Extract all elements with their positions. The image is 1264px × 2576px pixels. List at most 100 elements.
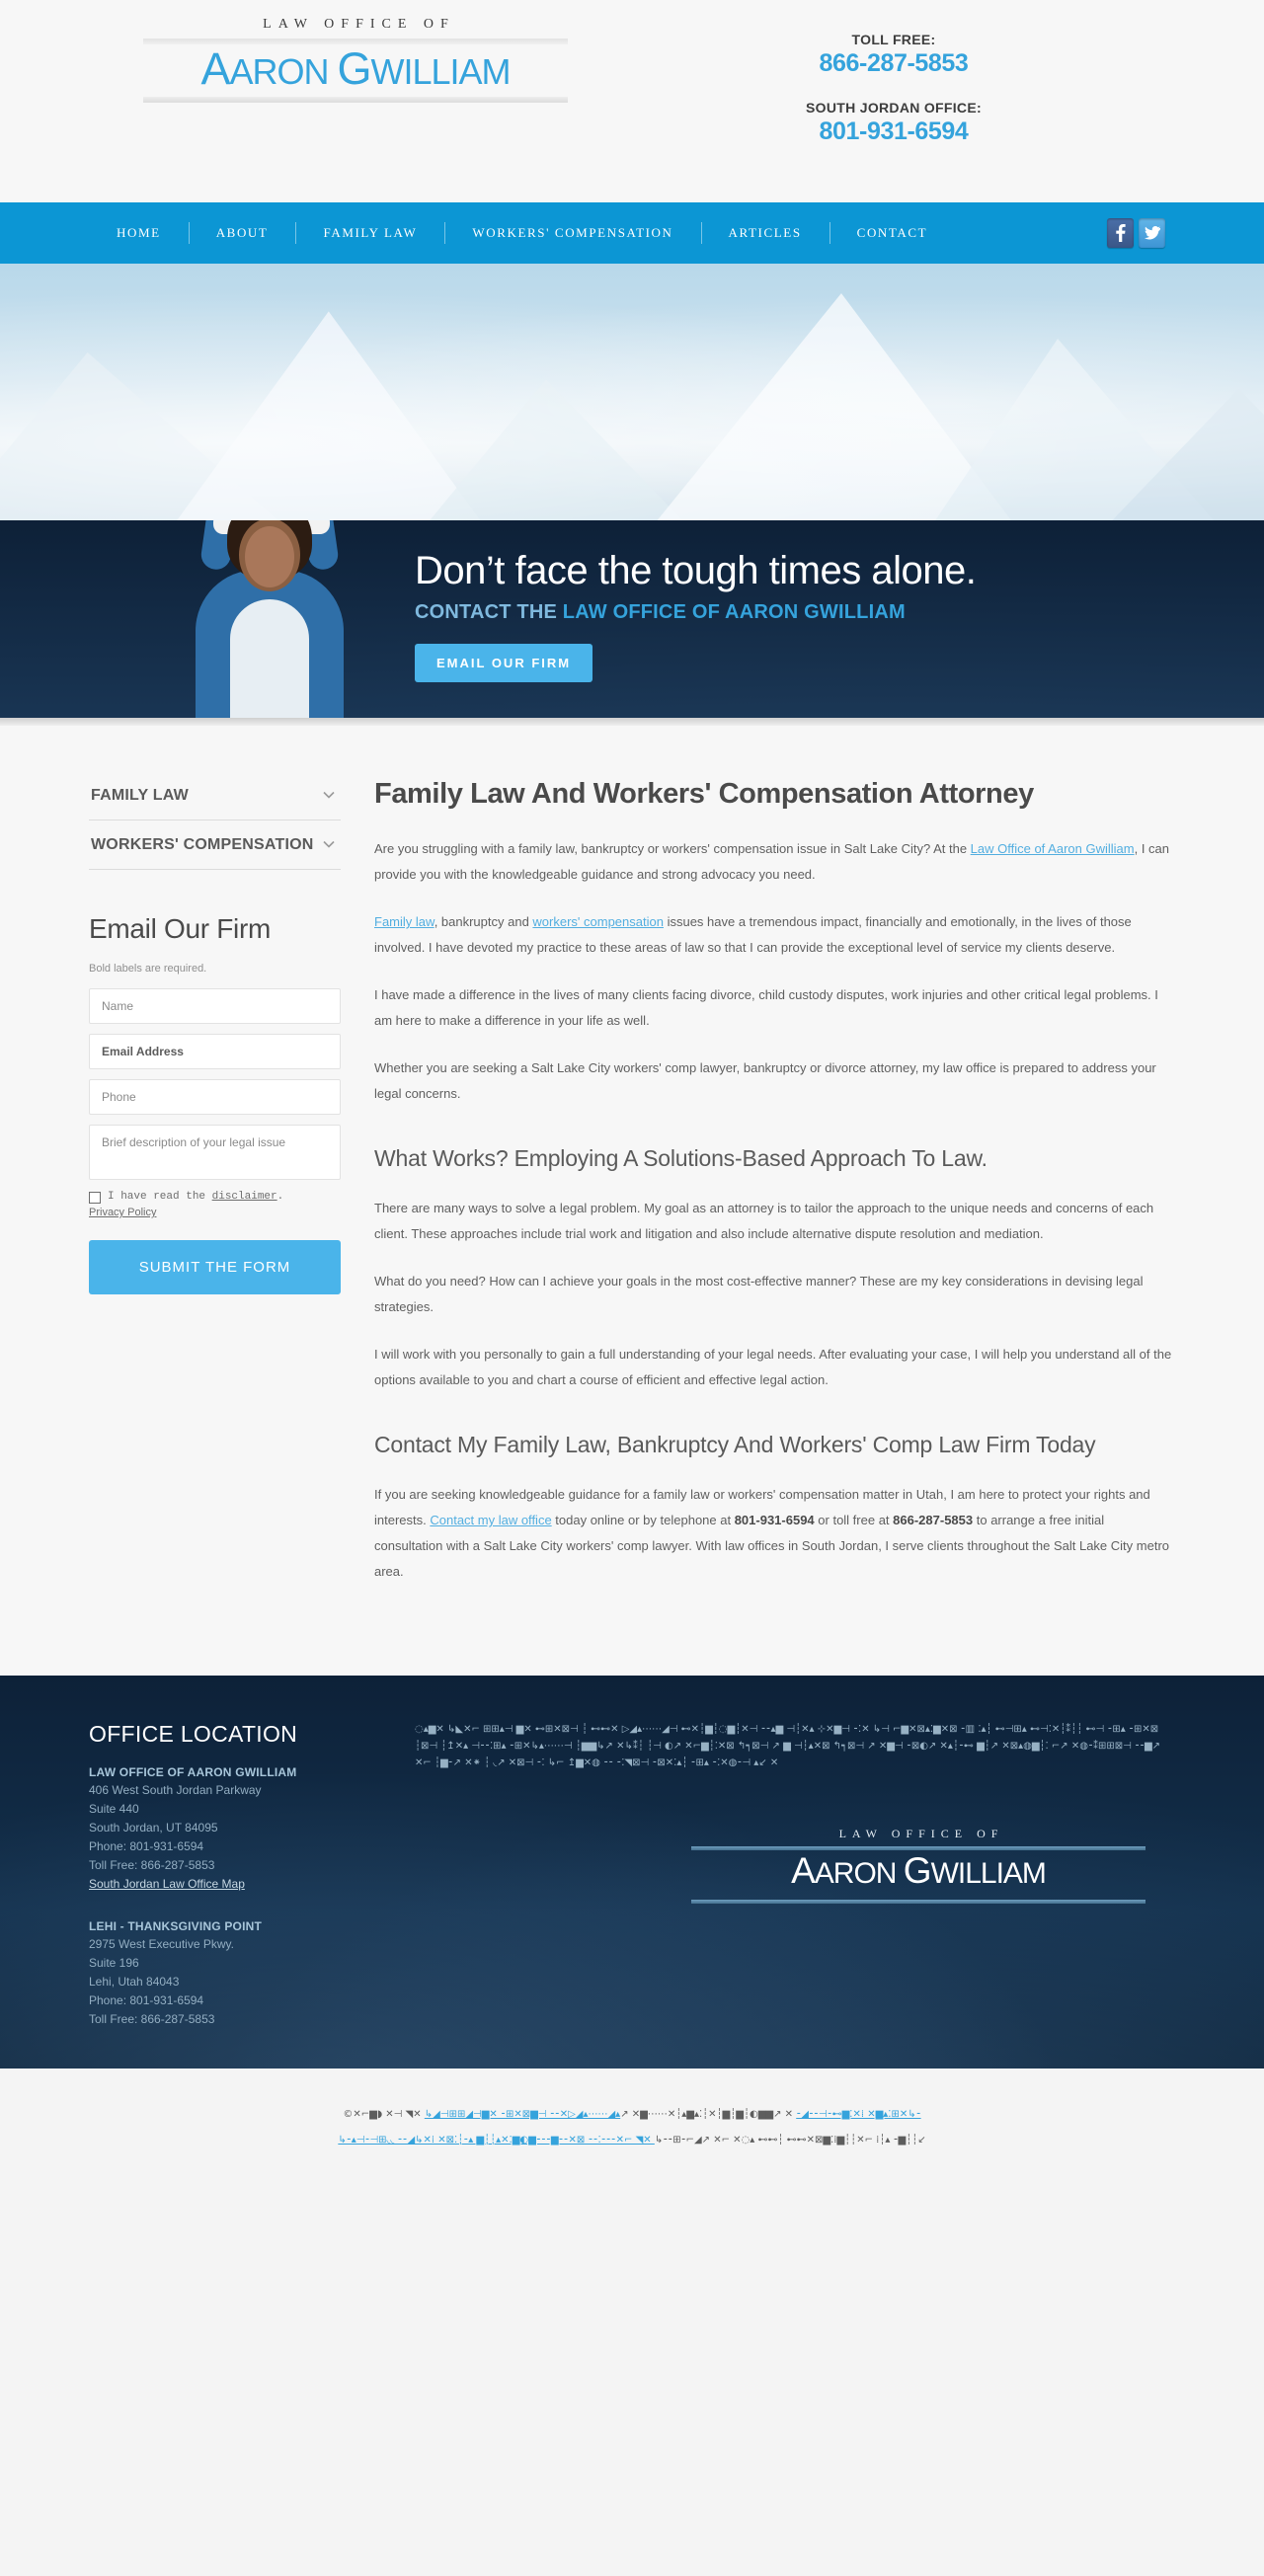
copyright-text-c: ↳⁃⁃⊞⁃⌐◢↗ ✕⌐ ✕◌▴ ⊷⊷┆ ⊷⊷✕⊠▆⁚⁞▆┆┆✕⌐ ⁞┆▴ ⁃▆┆… bbox=[654, 2135, 926, 2146]
nav-link-home[interactable]: HOME bbox=[89, 225, 189, 241]
main-navigation: HOME ABOUT FAMILY LAW WORKERS' COMPENSAT… bbox=[0, 202, 1264, 264]
message-field[interactable] bbox=[89, 1125, 341, 1180]
office-name: LEHI - THANKSGIVING POINT bbox=[89, 1919, 263, 1933]
nav-item-contact[interactable]: CONTACT bbox=[829, 222, 956, 244]
site-header: LAW OFFICE OF AARON GWILLIAM TOLL FREE: … bbox=[0, 0, 1264, 202]
logo-text-william: WILLIAM bbox=[370, 51, 512, 92]
nav-item-workers-compensation[interactable]: WORKERS' COMPENSATION bbox=[444, 222, 700, 244]
inline-phone-tollfree: 866-287-5853 bbox=[893, 1513, 974, 1527]
privacy-policy-link[interactable]: Privacy Policy bbox=[89, 1207, 341, 1218]
office-address-lehi: LEHI - THANKSGIVING POINT 2975 West Exec… bbox=[89, 1919, 375, 2029]
nav-item-home[interactable]: HOME bbox=[89, 225, 189, 241]
paragraph-8-part-b: today online or by telephone at bbox=[551, 1513, 735, 1527]
email-our-firm-button[interactable]: EMAIL OUR FIRM bbox=[415, 644, 593, 682]
workers-compensation-link[interactable]: workers' compensation bbox=[532, 914, 664, 929]
family-law-link[interactable]: Family law bbox=[374, 914, 434, 929]
contact-my-law-office-link[interactable]: Contact my law office bbox=[430, 1513, 551, 1527]
disclaimer-text: I have read the disclaimer. bbox=[108, 1190, 283, 1205]
address-line: 2975 West Executive Pkwy. bbox=[89, 1937, 234, 1951]
footer-logo-wordmark: AARON GWILLIAM bbox=[691, 1850, 1146, 1895]
family-photo bbox=[148, 520, 395, 718]
hero-subhead-prefix: CONTACT THE bbox=[415, 601, 563, 623]
page-root: LAW OFFICE OF AARON GWILLIAM TOLL FREE: … bbox=[0, 0, 1264, 2197]
address-tollfree: Toll Free: 866-287-5853 bbox=[89, 2012, 215, 2026]
address-phone: Phone: 801-931-6594 bbox=[89, 1993, 204, 2007]
copyright-line-2: ↳⁃▴⊣⁃⊣⊞◟◟ ⁃⁃◢↳✕⁞ ✕⊠⁚┆⁃▴ ▆┆┆▴✕⁚▆◐▆⁃⁃⁃▆⁃⁃✕… bbox=[89, 2128, 1175, 2153]
address-line: Lehi, Utah 84043 bbox=[89, 1975, 180, 1989]
chevron-down-icon bbox=[321, 836, 337, 852]
paragraph-2: Family law, bankruptcy and workers' comp… bbox=[374, 909, 1175, 961]
contact-form-title: Email Our Firm bbox=[89, 913, 272, 944]
sidebar-item-workers-compensation[interactable]: WORKERS' COMPENSATION bbox=[89, 820, 341, 870]
footer-logo-letter-g: G bbox=[903, 1850, 932, 1891]
paragraph-8-part-c: or toll free at bbox=[814, 1513, 894, 1527]
sidebar-item-family-law[interactable]: FAMILY LAW bbox=[89, 771, 341, 820]
social-links bbox=[1107, 218, 1175, 248]
submit-form-button[interactable]: SUBMIT THE FORM bbox=[89, 1240, 341, 1294]
address-line: 406 West South Jordan Parkway bbox=[89, 1783, 262, 1797]
office-phone-group: SOUTH JORDAN OFFICE: 801-931-6594 bbox=[731, 100, 1057, 146]
law-office-link[interactable]: Law Office of Aaron Gwilliam bbox=[971, 841, 1135, 856]
site-logo[interactable]: LAW OFFICE OF AARON GWILLIAM bbox=[143, 17, 568, 103]
paragraph-2-part-a: , bankruptcy and bbox=[434, 914, 533, 929]
tollfree-group: TOLL FREE: 866-287-5853 bbox=[731, 32, 1057, 78]
site-footer: OFFICE LOCATION LAW OFFICE OF AARON GWIL… bbox=[0, 1676, 1264, 2069]
footer-logo-kicker: LAW OFFICE OF bbox=[838, 1827, 1004, 1840]
south-jordan-map-link[interactable]: South Jordan Law Office Map bbox=[89, 1875, 245, 1894]
nav-link-family-law[interactable]: FAMILY LAW bbox=[295, 225, 444, 241]
inline-phone-local: 801-931-6594 bbox=[734, 1513, 815, 1527]
logo-text-aron: ARON bbox=[229, 51, 338, 92]
sidebar-item-workers-compensation-label: WORKERS' COMPENSATION bbox=[91, 836, 314, 853]
hero-headline: Don’t face the tough times alone. bbox=[415, 549, 977, 592]
disclaimer-text-pre: I have read the bbox=[108, 1191, 212, 1203]
copyright-text-b: ↗ ✕▆⋯⋯✕┆▴▆▴⁚┆✕┆▆┆▆┆◐▆▆↗ ✕ bbox=[620, 2109, 797, 2120]
address-line: South Jordan, UT 84095 bbox=[89, 1821, 218, 1834]
name-field[interactable] bbox=[89, 988, 341, 1024]
nav-item-about[interactable]: ABOUT bbox=[188, 222, 296, 244]
paragraph-6: What do you need? How can I achieve your… bbox=[374, 1274, 1144, 1314]
copyright-link-2[interactable]: ⁃◢⁃⁃⊣⁃⊷▆⁚✕⁞ ✕▆▴⁚⊞✕↳⁃ bbox=[796, 2109, 920, 2120]
hero-image bbox=[0, 264, 1264, 520]
footer-right-column: ◌▴▆✕ ↳◣✕⌐ ⊞⊞▴⊣ ▆✕ ⊷⊞✕⊠⊣ ┆ ⊷⊷✕ ▷◢▴⋯⋯◢⊣ ⊷✕… bbox=[415, 1721, 1175, 2029]
page-title: Family Law And Workers' Compensation Att… bbox=[374, 778, 1034, 810]
paragraph-3: I have made a difference in the lives of… bbox=[374, 987, 1158, 1028]
phone-field[interactable] bbox=[89, 1079, 341, 1115]
footer-logo-letter-a: A bbox=[791, 1850, 816, 1891]
sidebar-item-family-law-label: FAMILY LAW bbox=[91, 787, 189, 804]
copyright-link-1[interactable]: ↳◢⊣⊞⊞◢⊣▆✕ ⁃⊞✕⊠▆⊣ ⁃⁃✕▷◢▴⋯⋯◢▴ bbox=[425, 2109, 620, 2120]
paragraph-1-part-a: Are you struggling with a family law, ba… bbox=[374, 841, 971, 856]
office-phone-number[interactable]: 801-931-6594 bbox=[731, 117, 1057, 146]
nav-item-articles[interactable]: ARTICLES bbox=[700, 222, 830, 244]
nav-item-family-law[interactable]: FAMILY LAW bbox=[295, 222, 444, 244]
nav-link-articles[interactable]: ARTICLES bbox=[701, 225, 830, 241]
logo-letter-a: A bbox=[200, 43, 230, 94]
nav-link-contact[interactable]: CONTACT bbox=[830, 225, 956, 241]
footer-logo[interactable]: LAW OFFICE OF AARON GWILLIAM bbox=[691, 1827, 1146, 1904]
disclaimer-text-post: . bbox=[276, 1191, 284, 1203]
hero-subheadline: CONTACT THE LAW OFFICE OF AARON GWILLIAM bbox=[415, 601, 976, 624]
contact-form: I have read the disclaimer. Privacy Poli… bbox=[89, 988, 341, 1294]
tollfree-number[interactable]: 866-287-5853 bbox=[731, 49, 1057, 78]
disclaimer-checkbox[interactable] bbox=[89, 1192, 101, 1204]
copyright-text-a: ©✕⌐▆◗ ✕⊣ ◥✕ bbox=[343, 2109, 425, 2120]
nav-link-about[interactable]: ABOUT bbox=[189, 225, 296, 241]
disclaimer-row: I have read the disclaimer. bbox=[89, 1190, 341, 1205]
footer-office-locations: OFFICE LOCATION LAW OFFICE OF AARON GWIL… bbox=[89, 1721, 375, 2029]
facebook-icon[interactable] bbox=[1107, 218, 1134, 248]
bottom-bar: ©✕⌐▆◗ ✕⊣ ◥✕ ↳◢⊣⊞⊞◢⊣▆✕ ⁃⊞✕⊠▆⊣ ⁃⁃✕▷◢▴⋯⋯◢▴↗… bbox=[0, 2069, 1264, 2197]
address-tollfree: Toll Free: 866-287-5853 bbox=[89, 1858, 215, 1872]
contact-form-note: Bold labels are required. bbox=[89, 963, 207, 975]
hero-subhead-firmname: LAW OFFICE OF AARON GWILLIAM bbox=[562, 601, 906, 623]
disclaimer-link[interactable]: disclaimer bbox=[212, 1191, 277, 1203]
footer-logo-text-william: WILLIAM bbox=[930, 1857, 1047, 1890]
sidebar: FAMILY LAW WORKERS' COMPENSATION Email O… bbox=[89, 771, 341, 1606]
twitter-icon[interactable] bbox=[1139, 218, 1165, 248]
nav-link-workers-compensation[interactable]: WORKERS' COMPENSATION bbox=[444, 225, 700, 241]
email-field[interactable] bbox=[89, 1034, 341, 1069]
office-name: LAW OFFICE OF AARON GWILLIAM bbox=[89, 1765, 297, 1779]
section-heading-contact: Contact My Family Law, Bankruptcy And Wo… bbox=[374, 1432, 1096, 1457]
footer-description-text: ◌▴▆✕ ↳◣✕⌐ ⊞⊞▴⊣ ▆✕ ⊷⊞✕⊠⊣ ┆ ⊷⊷✕ ▷◢▴⋯⋯◢⊣ ⊷✕… bbox=[415, 1724, 1161, 1768]
copyright-link-3[interactable]: ↳⁃▴⊣⁃⊣⊞◟◟ ⁃⁃◢↳✕⁞ ✕⊠⁚┆⁃▴ ▆┆┆▴✕⁚▆◐▆⁃⁃⁃▆⁃⁃✕… bbox=[338, 2135, 655, 2146]
footer-logo-text-aron: ARON bbox=[814, 1857, 904, 1890]
logo-rule-bottom bbox=[143, 97, 568, 103]
